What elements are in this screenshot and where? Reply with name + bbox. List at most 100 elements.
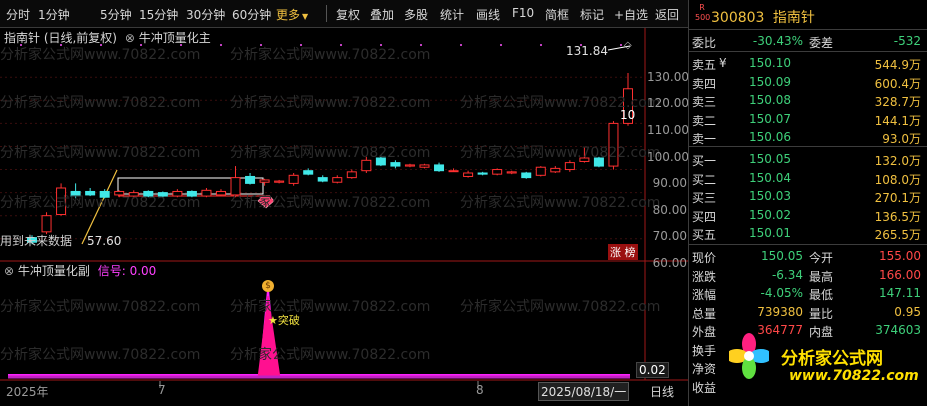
candle-body[interactable] xyxy=(317,177,328,182)
order-price: 150.05 xyxy=(749,152,791,166)
candle-body[interactable] xyxy=(288,174,299,184)
candle-body[interactable] xyxy=(564,162,575,171)
candle-body[interactable] xyxy=(593,157,604,167)
sub-chart-title: ⊗ 牛冲顶量化副 信号: 0.00 xyxy=(4,264,157,278)
expand-icon[interactable]: ◇ xyxy=(624,40,632,51)
diejia-button[interactable]: 叠加 xyxy=(370,6,394,23)
rank-tag[interactable]: 涨 榜 xyxy=(608,244,638,260)
order-volume: 328.7万 xyxy=(874,95,921,109)
signal-dot xyxy=(500,44,502,46)
candle-body[interactable] xyxy=(56,187,67,216)
order-row[interactable]: 卖五 ¥150.10 544.9万 xyxy=(689,54,925,72)
stat-cell: 总量 xyxy=(692,306,717,321)
candle-body[interactable] xyxy=(201,189,212,197)
time-label: 2025年 xyxy=(6,385,49,399)
order-row[interactable]: 买五 150.01 265.5万 xyxy=(689,224,925,242)
back-button[interactable]: 返回 xyxy=(655,6,679,23)
tab-more[interactable]: 更多 ▼ xyxy=(276,6,308,23)
candle-body[interactable] xyxy=(492,169,503,175)
y-tick: 70.00 xyxy=(652,229,687,243)
candle-body[interactable] xyxy=(114,190,125,196)
candle-body[interactable] xyxy=(404,164,415,167)
order-row[interactable]: 买二 150.04 108.0万 xyxy=(689,169,925,187)
duogu-button[interactable]: 多股 xyxy=(404,6,428,23)
order-row[interactable]: 买三 150.03 270.1万 xyxy=(689,187,925,205)
period-toolbar: 分时 1分钟 5分钟 15分钟 30分钟 60分钟 更多 ▼ 复权 叠加 多股 统… xyxy=(0,0,688,28)
tab-5min[interactable]: 5分钟 xyxy=(100,6,132,23)
indicator-name[interactable]: 牛冲顶量化主 xyxy=(139,31,211,45)
stat-row: 现价 150.05 今开 155.00 xyxy=(689,247,925,265)
order-row[interactable]: 卖三 150.08 328.7万 xyxy=(689,91,925,109)
collapse-icon[interactable]: ⊗ xyxy=(125,31,135,45)
software-window: { "toolbar": { "items": ["分时","1分钟","5分钟… xyxy=(0,0,927,406)
f10-button[interactable]: F10 xyxy=(512,6,534,20)
candle-body[interactable] xyxy=(419,164,430,168)
candle-body[interactable] xyxy=(506,171,517,174)
stock-name: 指南针 xyxy=(772,10,815,26)
candle-body[interactable] xyxy=(143,190,154,197)
signal-dot xyxy=(300,44,302,46)
candle-body[interactable] xyxy=(303,170,314,175)
candle-body[interactable] xyxy=(521,172,532,179)
candle-body[interactable] xyxy=(274,180,285,183)
order-volume: 108.0万 xyxy=(874,172,921,187)
stat-cell: 155.00 xyxy=(879,249,921,263)
add-favorite-button[interactable]: +自选 xyxy=(614,6,648,23)
signal-dot xyxy=(380,44,382,46)
candle-body[interactable] xyxy=(448,170,459,173)
collapse-icon[interactable]: ⊗ xyxy=(4,264,14,278)
candle-body[interactable] xyxy=(70,190,81,197)
candle-body[interactable] xyxy=(434,164,445,172)
tab-30min[interactable]: 30分钟 xyxy=(186,6,225,23)
candle-body[interactable] xyxy=(230,177,241,196)
candle-body[interactable] xyxy=(608,122,619,167)
candle-body[interactable] xyxy=(172,190,183,197)
y-tick: 80.00 xyxy=(652,203,687,217)
candle-body[interactable] xyxy=(579,157,590,162)
candle-body[interactable] xyxy=(535,166,546,176)
stat-cell: 最高 xyxy=(809,269,834,284)
fuquan-button[interactable]: 复权 xyxy=(336,6,360,23)
huaxian-button[interactable]: 画线 xyxy=(476,6,500,23)
candle-body[interactable] xyxy=(477,172,488,175)
candle-body[interactable] xyxy=(390,162,401,167)
order-label: 卖一 xyxy=(692,132,717,146)
candle-body[interactable] xyxy=(346,171,357,179)
order-row[interactable]: 卖四 150.09 600.4万 xyxy=(689,73,925,91)
tab-15min[interactable]: 15分钟 xyxy=(139,6,178,23)
stat-cell: 量比 xyxy=(809,306,834,321)
kline-chart[interactable] xyxy=(0,28,688,406)
candle-body[interactable] xyxy=(186,190,197,197)
order-label: 卖二 xyxy=(692,113,717,128)
y-tick: 120.00 xyxy=(647,96,689,110)
candle-body[interactable] xyxy=(550,167,561,173)
tab-60min[interactable]: 60分钟 xyxy=(232,6,271,23)
order-row[interactable]: 买一 150.05 132.0万 xyxy=(689,150,925,168)
order-row[interactable]: 卖二 150.07 144.1万 xyxy=(689,110,925,128)
candle-body[interactable] xyxy=(157,192,168,197)
tongji-button[interactable]: 统计 xyxy=(440,6,464,23)
candle-body[interactable] xyxy=(215,190,226,196)
stat-row: 涨幅 -4.05% 最低 147.11 xyxy=(689,284,925,302)
candle-body[interactable] xyxy=(245,175,256,184)
candle-body[interactable] xyxy=(259,179,270,183)
candle-body[interactable] xyxy=(99,190,110,198)
candle-body[interactable] xyxy=(375,157,386,166)
biaoji-button[interactable]: 标记 xyxy=(580,6,604,23)
jiankuang-button[interactable]: 简框 xyxy=(545,6,569,23)
candle-body[interactable] xyxy=(85,190,96,196)
sub-axis-value: 0.02 xyxy=(636,362,669,378)
candle-body[interactable] xyxy=(41,215,52,233)
candle-body[interactable] xyxy=(332,177,343,183)
order-row[interactable]: 卖一 150.06 93.0万 xyxy=(689,128,925,146)
toolbar-divider xyxy=(326,5,327,22)
tab-fenshi[interactable]: 分时 xyxy=(6,6,30,23)
period-label[interactable]: 日线 xyxy=(650,383,674,400)
flag-icon: ¥ xyxy=(719,56,727,70)
candle-body[interactable] xyxy=(463,172,474,177)
tab-1min[interactable]: 1分钟 xyxy=(38,6,70,23)
signal-dot xyxy=(340,44,342,46)
candle-body[interactable] xyxy=(361,159,372,172)
candle-body[interactable] xyxy=(128,192,139,197)
order-row[interactable]: 买四 150.02 136.5万 xyxy=(689,206,925,224)
